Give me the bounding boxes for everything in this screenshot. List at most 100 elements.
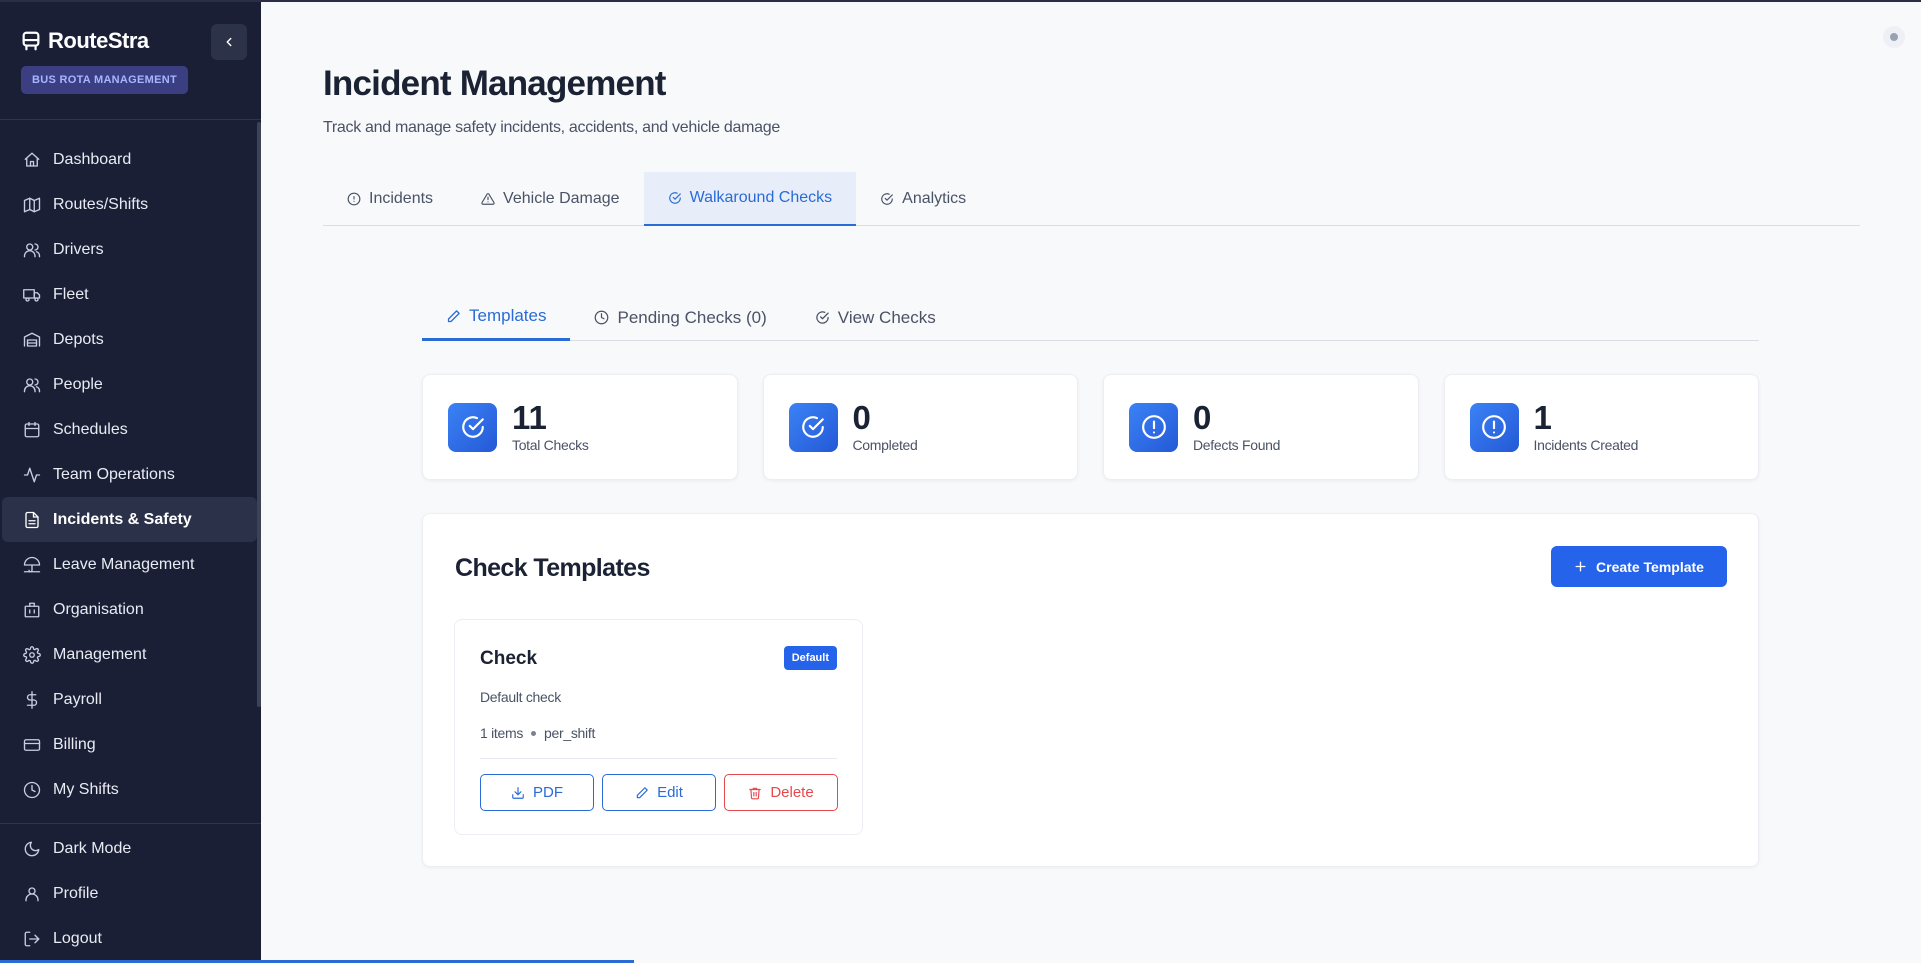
check-circle-icon bbox=[816, 311, 829, 324]
stat-label: Completed bbox=[852, 437, 918, 453]
umbrella-icon bbox=[23, 556, 41, 572]
brand-badge: BUS ROTA MANAGEMENT bbox=[21, 66, 189, 94]
clock-icon bbox=[595, 310, 609, 325]
trash-icon bbox=[749, 787, 762, 799]
delete-button[interactable]: Delete bbox=[724, 774, 838, 811]
tab-templates[interactable]: Templates bbox=[422, 294, 571, 341]
status-indicator[interactable] bbox=[1883, 26, 1905, 48]
sidebar-item-label: Team Operations bbox=[53, 465, 175, 483]
alert-circle-icon bbox=[347, 192, 361, 206]
collapse-sidebar-button[interactable] bbox=[211, 24, 247, 60]
stat-value: 11 bbox=[512, 399, 547, 436]
calendar-icon bbox=[24, 421, 40, 437]
tab-walkaround-checks[interactable]: Walkaround Checks bbox=[643, 172, 857, 226]
sidebar-item-schedules[interactable]: Schedules bbox=[2, 407, 257, 452]
create-template-button[interactable]: Create Template bbox=[1551, 546, 1727, 587]
stats-row: 11 Total Checks 0 Completed 0 Defects Fo… bbox=[422, 374, 1759, 480]
stat-label: Incidents Created bbox=[1533, 437, 1639, 453]
bus-icon bbox=[22, 31, 40, 51]
tab-label: Walkaround Checks bbox=[689, 189, 833, 206]
sidebar-item-label: Schedules bbox=[53, 420, 128, 438]
sidebar-item-dashboard[interactable]: Dashboard bbox=[2, 137, 257, 182]
sidebar-item-label: My Shifts bbox=[53, 780, 119, 798]
sidebar-item-label: Profile bbox=[53, 884, 99, 902]
sidebar-item-label: Management bbox=[53, 645, 147, 663]
users-icon bbox=[23, 242, 41, 257]
truck-icon bbox=[23, 288, 41, 302]
check-circle-icon bbox=[461, 416, 484, 438]
template-card: Check Default Default check 1 items per_… bbox=[454, 619, 863, 835]
map-icon bbox=[23, 197, 41, 212]
default-badge: Default bbox=[783, 646, 837, 670]
sidebar-item-label: Drivers bbox=[53, 240, 104, 258]
sidebar-item-incidents-safety[interactable]: Incidents & Safety bbox=[2, 497, 257, 542]
activity-icon bbox=[23, 467, 41, 482]
sidebar-item-label: Fleet bbox=[53, 285, 89, 303]
panel-title: Check Templates bbox=[455, 554, 650, 582]
pencil-icon bbox=[447, 309, 460, 322]
sidebar-item-leave-management[interactable]: Leave Management bbox=[2, 542, 257, 587]
stat-icon bbox=[788, 402, 838, 452]
tab-view-checks[interactable]: View Checks bbox=[791, 294, 960, 341]
sidebar-item-label: Incidents & Safety bbox=[53, 510, 192, 528]
template-meta: 1 items per_shift bbox=[480, 725, 595, 741]
sidebar: RouteStra BUS ROTA MANAGEMENT Dashboard … bbox=[0, 0, 261, 963]
sidebar-item-profile[interactable]: Profile bbox=[2, 871, 257, 916]
logout-button[interactable]: Logout bbox=[2, 916, 257, 961]
sidebar-item-routes[interactable]: Routes/Shifts bbox=[2, 182, 257, 227]
plus-icon bbox=[1575, 561, 1586, 572]
sidebar-item-label: Leave Management bbox=[53, 555, 195, 573]
button-label: Create Template bbox=[1596, 558, 1704, 575]
sidebar-item-people[interactable]: People bbox=[2, 362, 257, 407]
logout-icon bbox=[24, 931, 40, 946]
sidebar-item-billing[interactable]: Billing bbox=[2, 722, 257, 767]
user-icon bbox=[25, 886, 39, 901]
tab-label: Pending Checks (0) bbox=[617, 307, 767, 327]
sidebar-item-label: Depots bbox=[53, 330, 104, 348]
dark-mode-toggle[interactable]: Dark Mode bbox=[2, 826, 257, 871]
stat-value: 1 bbox=[1533, 399, 1552, 436]
page-title: Incident Management bbox=[323, 64, 666, 103]
sidebar-item-management[interactable]: Management bbox=[2, 632, 257, 677]
top-tabs: Incidents Vehicle Damage Walkaround Chec… bbox=[323, 172, 1860, 226]
sidebar-item-label: Billing bbox=[53, 735, 96, 753]
tab-pending-checks[interactable]: Pending Checks (0) bbox=[570, 294, 790, 341]
sidebar-item-depots[interactable]: Depots bbox=[2, 317, 257, 362]
home-icon bbox=[24, 152, 40, 167]
stat-value: 0 bbox=[1193, 399, 1212, 436]
stat-text: 11 Total Checks bbox=[512, 399, 589, 454]
sidebar-divider bbox=[0, 823, 261, 824]
stat-text: 0 Defects Found bbox=[1193, 399, 1280, 454]
stat-card-incidents-created: 1 Incidents Created bbox=[1443, 374, 1759, 480]
template-name: Check bbox=[480, 648, 538, 669]
check-circle-icon bbox=[802, 416, 824, 438]
tab-analytics[interactable]: Analytics bbox=[856, 172, 990, 226]
status-dot bbox=[1890, 33, 1898, 41]
stat-card-defects-found: 0 Defects Found bbox=[1103, 374, 1419, 480]
sidebar-item-drivers[interactable]: Drivers bbox=[2, 227, 257, 272]
button-label: PDF bbox=[533, 784, 563, 801]
tab-incidents[interactable]: Incidents bbox=[323, 172, 457, 226]
tab-vehicle-damage[interactable]: Vehicle Damage bbox=[457, 172, 644, 226]
tab-label: Analytics bbox=[902, 190, 967, 207]
pdf-button[interactable]: PDF bbox=[480, 774, 594, 811]
sidebar-item-organisation[interactable]: Organisation bbox=[2, 587, 257, 632]
edit-button[interactable]: Edit bbox=[602, 774, 716, 811]
stat-card-completed: 0 Completed bbox=[762, 374, 1078, 480]
stat-icon bbox=[448, 402, 497, 452]
sidebar-divider bbox=[0, 119, 261, 120]
template-frequency: per_shift bbox=[544, 725, 596, 741]
chevron-left-icon bbox=[226, 37, 232, 47]
sidebar-item-label: Organisation bbox=[53, 600, 144, 618]
sidebar-item-my-shifts[interactable]: My Shifts bbox=[2, 767, 257, 812]
tab-label: Incidents bbox=[369, 190, 434, 207]
sidebar-item-payroll[interactable]: Payroll bbox=[2, 677, 257, 722]
sidebar-item-team-operations[interactable]: Team Operations bbox=[2, 452, 257, 497]
template-description: Default check bbox=[480, 689, 561, 705]
sidebar-bottom-nav: Dark Mode Profile Logout bbox=[0, 826, 261, 961]
file-icon bbox=[25, 511, 39, 528]
credit-card-icon bbox=[23, 738, 41, 751]
sidebar-item-fleet[interactable]: Fleet bbox=[2, 272, 257, 317]
alert-circle-icon bbox=[1141, 415, 1166, 439]
brand[interactable]: RouteStra bbox=[20, 28, 149, 54]
